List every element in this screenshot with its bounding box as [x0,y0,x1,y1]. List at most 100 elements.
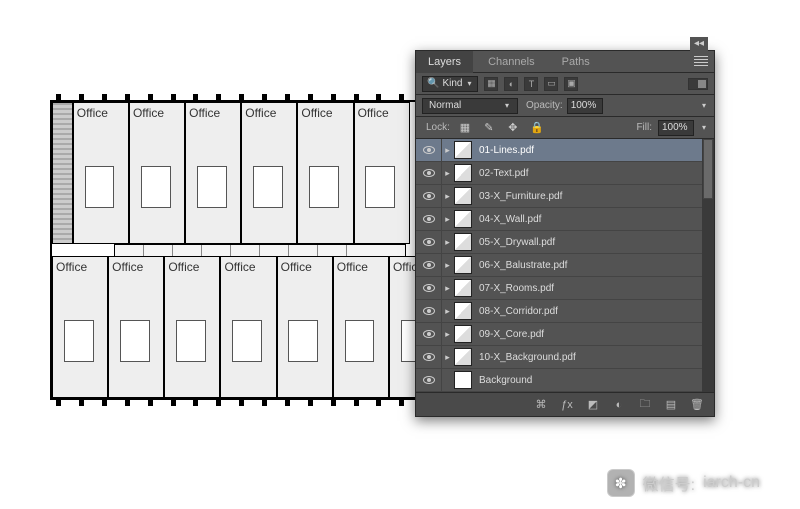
layer-thumb [454,210,472,228]
eye-icon [423,330,435,338]
panel-tabs: Layers Channels Paths [416,51,714,73]
filter-shape-icon[interactable]: ▭ [544,77,558,91]
visibility-toggle[interactable] [416,208,442,230]
layer-name: 09-X_Core.pdf [479,329,544,340]
visibility-toggle[interactable] [416,162,442,184]
layer-row[interactable]: ▸ 07-X_Rooms.pdf [416,277,714,300]
trash-icon[interactable]: 🗑 [690,398,704,412]
office-room: Office [241,102,297,244]
lock-row: Lock: ▦ ✎ ✥ 🔒 Fill: 100% ▾ [416,117,714,139]
layer-row[interactable]: ▸10-X_Background.pdf [416,346,714,369]
disclosure-icon[interactable]: ▸ [442,329,453,340]
visibility-toggle[interactable] [416,300,442,322]
lock-position-icon[interactable]: ✥ [504,121,522,135]
layer-thumb [454,141,472,159]
chevron-down-icon[interactable]: ▾ [700,124,708,132]
scrollbar[interactable] [702,139,714,392]
disclosure-icon[interactable]: ▸ [442,191,453,202]
filter-toggle[interactable] [688,78,708,90]
visibility-toggle[interactable] [416,277,442,299]
filter-pixel-icon[interactable]: ▦ [484,77,498,91]
filter-smart-icon[interactable]: ▣ [564,77,578,91]
visibility-toggle[interactable] [416,254,442,276]
watermark-id: iarch-cn [703,474,760,492]
layer-thumb [454,302,472,320]
layer-name: 07-X_Rooms.pdf [479,283,554,294]
layer-row[interactable]: ▸08-X_Corridor.pdf [416,300,714,323]
disclosure-icon[interactable]: ▸ [442,352,453,363]
visibility-toggle[interactable] [416,139,442,161]
new-layer-icon[interactable]: ▤ [664,398,678,412]
disclosure-icon[interactable]: ▸ [442,260,453,271]
layer-row[interactable]: ▸04-X_Wall.pdf [416,208,714,231]
link-layers-icon[interactable]: ⌘ [534,398,548,412]
visibility-toggle[interactable] [416,231,442,253]
office-room: Office [333,256,389,398]
layer-list: ▸01-Lines.pdf▸02-Text.pdf▸03-X_Furniture… [416,139,714,392]
office-room: Office [73,102,129,244]
office-room: Office [185,102,241,244]
group-icon[interactable]: 🗀 [638,398,652,412]
layer-row[interactable]: ▸05-X_Drywall.pdf [416,231,714,254]
layer-row[interactable]: ▸02-Text.pdf [416,162,714,185]
visibility-toggle[interactable] [416,369,442,391]
chevron-down-icon[interactable]: ▾ [700,102,708,110]
layer-row[interactable]: Background [416,369,714,392]
tab-layers[interactable]: Layers [416,51,473,73]
layer-row[interactable]: ▸ 09-X_Core.pdf [416,323,714,346]
tab-channels[interactable]: Channels [476,51,546,73]
fx-icon[interactable]: ƒx [560,398,574,412]
visibility-toggle[interactable] [416,185,442,207]
search-icon: 🔍 [427,78,439,89]
blend-mode-select[interactable]: Normal ▾ [422,98,518,114]
layer-row[interactable]: ▸01-Lines.pdf [416,139,714,162]
eye-icon [423,169,435,177]
scroll-thumb[interactable] [703,139,713,199]
office-room: Office [52,256,108,398]
lock-all-icon[interactable]: 🔒 [528,121,546,135]
panel-menu-icon[interactable] [694,56,708,66]
disclosure-icon[interactable]: ▸ [442,283,453,294]
fill-input[interactable]: 100% [658,120,694,136]
chevron-down-icon: ▾ [465,80,473,88]
layer-thumb [454,164,472,182]
eye-icon [423,376,435,384]
watermark-label: 微信号: [643,471,695,495]
mask-icon[interactable]: ◩ [586,398,600,412]
eye-icon [423,284,435,292]
layer-row[interactable]: ▸06-X_Balustrate.pdf [416,254,714,277]
visibility-toggle[interactable] [416,323,442,345]
watermark: ✽ 微信号: iarch-cn [607,469,760,497]
layer-thumb [454,348,472,366]
opacity-input[interactable]: 100% [567,98,603,114]
layer-row[interactable]: ▸ 03-X_Furniture.pdf [416,185,714,208]
stairs-icon [52,102,73,244]
filter-adjust-icon[interactable]: ◐ [504,77,518,91]
kind-filter-select[interactable]: 🔍 Kind ▾ [422,76,478,92]
disclosure-icon[interactable]: ▸ [442,214,453,225]
filter-type-icon[interactable]: T [524,77,538,91]
lock-trans-icon[interactable]: ▦ [456,121,474,135]
disclosure-icon[interactable]: ▸ [442,145,453,156]
layer-thumb [454,325,472,343]
visibility-toggle[interactable] [416,346,442,368]
eye-icon [423,146,435,154]
office-room: Office [277,256,333,398]
disclosure-icon[interactable]: ▸ [442,237,453,248]
eye-icon [423,215,435,223]
adjustment-icon[interactable]: ◐ [612,398,626,412]
lock-label: Lock: [426,122,450,133]
panel-footer: ⌘ ƒx ◩ ◐ 🗀 ▤ 🗑 [416,392,714,416]
eye-icon [423,238,435,246]
layer-name: 03-X_Furniture.pdf [479,191,562,202]
collapse-icon[interactable]: ◂◂ [690,37,708,51]
disclosure-icon[interactable]: ▸ [442,168,453,179]
tab-paths[interactable]: Paths [550,51,602,73]
lock-pixels-icon[interactable]: ✎ [480,121,498,135]
layers-panel[interactable]: ◂◂ Layers Channels Paths 🔍 Kind ▾ ▦ ◐ T … [415,50,715,417]
layer-name: Background [479,375,532,386]
layer-thumb [454,279,472,297]
disclosure-icon[interactable]: ▸ [442,306,453,317]
kind-label: Kind [442,78,462,89]
fill-label: Fill: [636,122,652,133]
